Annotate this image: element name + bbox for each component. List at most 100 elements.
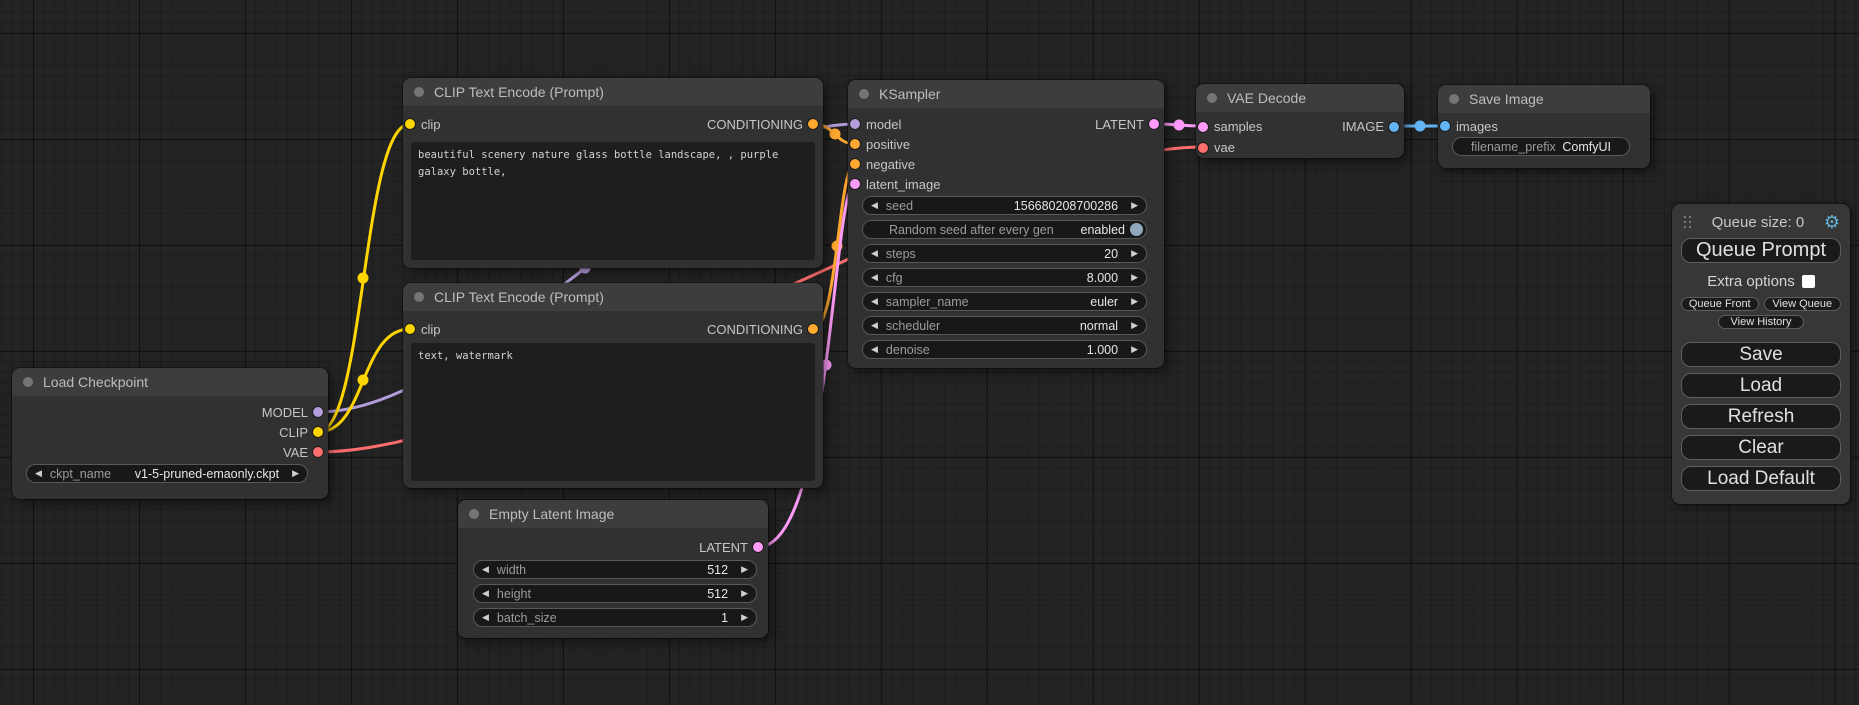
input-port-clip[interactable] (405, 119, 415, 129)
arrow-right-icon[interactable] (1131, 297, 1138, 306)
widget-ckpt-name[interactable]: ckpt_name v1-5-pruned-emaonly.ckpt (26, 464, 308, 483)
queue-front-button[interactable]: Queue Front (1681, 297, 1759, 311)
arrow-right-icon[interactable] (1131, 345, 1138, 354)
widget-random-seed[interactable]: Random seed after every gen enabled (862, 220, 1147, 239)
widget-label: Random seed after every gen (889, 223, 1054, 237)
widget-value: euler (1090, 295, 1118, 309)
port-row: clip CONDITIONING (403, 319, 823, 339)
drag-handle-icon[interactable] (1684, 216, 1692, 229)
node-title-bar[interactable]: KSampler (848, 80, 1164, 108)
input-port-samples[interactable] (1198, 122, 1208, 132)
widget-label: steps (886, 247, 916, 261)
prompt-textarea[interactable]: text, watermark (411, 343, 815, 481)
collapse-dot-icon[interactable] (414, 292, 424, 302)
node-title-bar[interactable]: VAE Decode (1196, 84, 1404, 112)
node-title-bar[interactable]: Load Checkpoint (12, 368, 328, 396)
load-button[interactable]: Load (1681, 373, 1841, 398)
port-row: images (1438, 116, 1650, 136)
input-port-latent-image[interactable] (850, 179, 860, 189)
collapse-dot-icon[interactable] (1207, 93, 1217, 103)
widget-value: 512 (707, 563, 728, 577)
node-empty-latent-image[interactable]: Empty Latent Image LATENT width 512 heig… (458, 500, 768, 638)
widget-value: 512 (707, 587, 728, 601)
widget-width[interactable]: width 512 (473, 560, 757, 579)
input-port-negative[interactable] (850, 159, 860, 169)
collapse-dot-icon[interactable] (469, 509, 479, 519)
node-clip-text-encode-positive[interactable]: CLIP Text Encode (Prompt) clip CONDITION… (403, 78, 823, 268)
arrow-right-icon[interactable] (1131, 321, 1138, 330)
graph-canvas[interactable]: { "colors": { "model": "#B39DDB", "clip"… (0, 0, 1859, 705)
node-title-bar[interactable]: CLIP Text Encode (Prompt) (403, 283, 823, 311)
input-port-images[interactable] (1440, 121, 1450, 131)
toggle-dot-icon[interactable] (1130, 223, 1143, 236)
widget-seed[interactable]: seed 156680208700286 (862, 196, 1147, 215)
node-title-bar[interactable]: Empty Latent Image (458, 500, 768, 528)
link-dot-image (1415, 121, 1426, 132)
node-title-bar[interactable]: Save Image (1438, 85, 1650, 113)
widget-batch-size[interactable]: batch_size 1 (473, 608, 757, 627)
node-save-image[interactable]: Save Image images filename_prefix ComfyU… (1438, 85, 1650, 168)
port-row: CLIP (12, 422, 328, 442)
load-default-button[interactable]: Load Default (1681, 466, 1841, 491)
input-port-model[interactable] (850, 119, 860, 129)
node-clip-text-encode-negative[interactable]: CLIP Text Encode (Prompt) clip CONDITION… (403, 283, 823, 488)
arrow-right-icon[interactable] (1131, 273, 1138, 282)
node-title-bar[interactable]: CLIP Text Encode (Prompt) (403, 78, 823, 106)
widget-label: seed (886, 199, 913, 213)
output-port-latent[interactable] (1149, 119, 1159, 129)
arrow-left-icon[interactable] (35, 469, 42, 478)
arrow-left-icon[interactable] (871, 273, 878, 282)
widget-height[interactable]: height 512 (473, 584, 757, 603)
collapse-dot-icon[interactable] (1449, 94, 1459, 104)
widget-scheduler[interactable]: scheduler normal (862, 316, 1147, 335)
arrow-left-icon[interactable] (871, 297, 878, 306)
arrow-right-icon[interactable] (1131, 249, 1138, 258)
arrow-left-icon[interactable] (871, 201, 878, 210)
output-label-latent: LATENT (699, 540, 748, 555)
arrow-left-icon[interactable] (482, 589, 489, 598)
collapse-dot-icon[interactable] (23, 377, 33, 387)
output-port-conditioning[interactable] (808, 324, 818, 334)
output-port-clip[interactable] (313, 427, 323, 437)
widget-filename-prefix[interactable]: filename_prefix ComfyUI (1452, 137, 1630, 156)
arrow-right-icon[interactable] (741, 589, 748, 598)
arrow-right-icon[interactable] (741, 613, 748, 622)
save-button[interactable]: Save (1681, 342, 1841, 367)
output-port-vae[interactable] (313, 447, 323, 457)
node-vae-decode[interactable]: VAE Decode samples IMAGE vae (1196, 84, 1404, 158)
arrow-left-icon[interactable] (871, 249, 878, 258)
arrow-right-icon[interactable] (1131, 201, 1138, 210)
queue-panel: Queue size: 0 ⚙ Queue Prompt Extra optio… (1672, 204, 1850, 504)
refresh-button[interactable]: Refresh (1681, 404, 1841, 429)
clear-button[interactable]: Clear (1681, 435, 1841, 460)
collapse-dot-icon[interactable] (414, 87, 424, 97)
widget-sampler-name[interactable]: sampler_name euler (862, 292, 1147, 311)
widget-steps[interactable]: steps 20 (862, 244, 1147, 263)
widget-denoise[interactable]: denoise 1.000 (862, 340, 1147, 359)
arrow-left-icon[interactable] (871, 321, 878, 330)
extra-options-checkbox[interactable] (1802, 275, 1815, 288)
input-port-positive[interactable] (850, 139, 860, 149)
input-port-clip[interactable] (405, 324, 415, 334)
arrow-right-icon[interactable] (292, 469, 299, 478)
arrow-left-icon[interactable] (482, 565, 489, 574)
arrow-left-icon[interactable] (871, 345, 878, 354)
node-ksampler[interactable]: KSampler model LATENT positive negative … (848, 80, 1164, 368)
output-port-image[interactable] (1389, 122, 1399, 132)
prompt-textarea[interactable]: beautiful scenery nature glass bottle la… (411, 142, 815, 260)
output-port-latent[interactable] (753, 542, 763, 552)
queue-prompt-button[interactable]: Queue Prompt (1681, 238, 1841, 263)
view-queue-button[interactable]: View Queue (1764, 297, 1842, 311)
settings-gear-icon[interactable]: ⚙ (1824, 213, 1840, 231)
arrow-left-icon[interactable] (482, 613, 489, 622)
arrow-right-icon[interactable] (741, 565, 748, 574)
input-label-clip: clip (421, 322, 441, 337)
output-port-conditioning[interactable] (808, 119, 818, 129)
input-port-vae[interactable] (1198, 143, 1208, 153)
view-history-button[interactable]: View History (1718, 315, 1804, 329)
queue-size-label: Queue size: 0 (1692, 214, 1824, 231)
widget-cfg[interactable]: cfg 8.000 (862, 268, 1147, 287)
node-load-checkpoint[interactable]: Load Checkpoint MODEL CLIP VAE ckpt_name… (12, 368, 328, 499)
output-port-model[interactable] (313, 407, 323, 417)
collapse-dot-icon[interactable] (859, 89, 869, 99)
